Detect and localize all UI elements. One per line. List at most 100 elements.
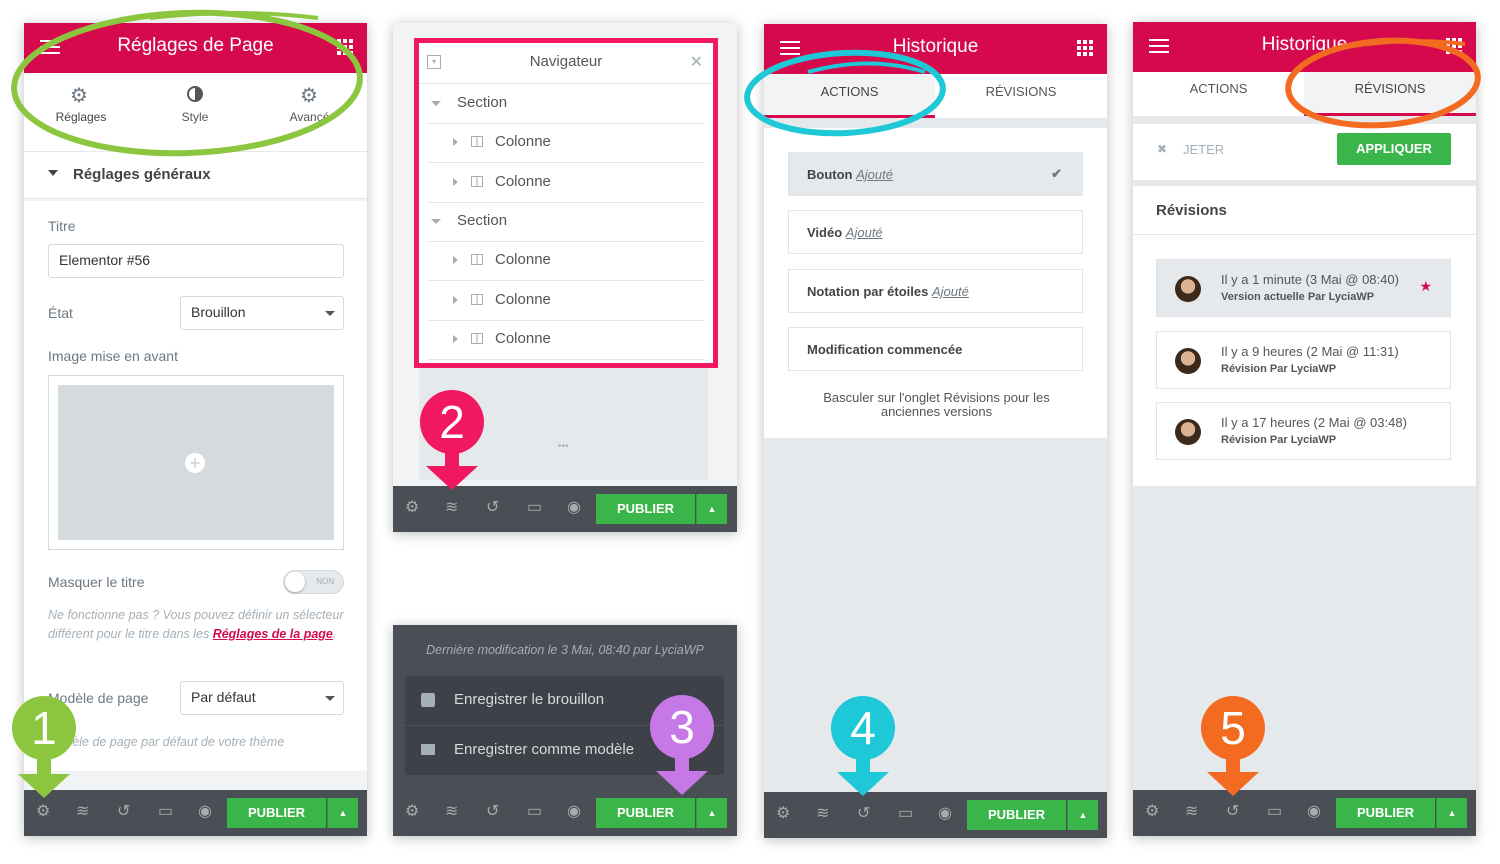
discard-button[interactable]: JETER — [1183, 142, 1224, 157]
publish-options-icon[interactable]: ▲ — [696, 798, 727, 828]
caret-right-icon[interactable] — [453, 334, 458, 343]
title-input[interactable]: Elementor #56 — [48, 244, 344, 278]
publish-button[interactable]: PUBLIER — [1336, 798, 1435, 828]
layers-icon[interactable]: ≋ — [445, 804, 458, 820]
gear-icon: ⚙ — [70, 85, 88, 107]
history-item[interactable]: Vidéo Ajouté — [788, 210, 1083, 254]
responsive-desktop-icon[interactable]: ▭ — [158, 804, 173, 820]
navigator-title: Navigateur — [529, 53, 603, 70]
publish-button[interactable]: PUBLIER — [967, 800, 1066, 830]
save-draft-label: Enregistrer le brouillon — [454, 691, 605, 708]
featured-image-picker[interactable]: + — [48, 375, 344, 550]
preview-eye-icon[interactable]: ◉ — [567, 500, 581, 516]
widgets-grid-icon[interactable] — [337, 39, 353, 55]
revision-item[interactable]: Il y a 17 heures (2 Mai @ 03:48) Révisio… — [1156, 402, 1451, 460]
tab-style[interactable]: Style — [138, 73, 252, 159]
revision-item[interactable]: Il y a 9 heures (2 Mai @ 11:31) Révision… — [1156, 331, 1451, 389]
navigator-section[interactable]: Section — [427, 202, 705, 242]
publish-options-icon[interactable]: ▲ — [327, 798, 358, 828]
navigator-column[interactable]: Colonne — [427, 163, 705, 203]
caret-right-icon[interactable] — [453, 256, 458, 265]
settings-gear-icon[interactable]: ⚙ — [776, 806, 790, 822]
avatar — [1175, 348, 1201, 374]
revisions-section: Révisions Il y a 1 minute (3 Mai @ 08:40… — [1133, 186, 1476, 486]
layers-icon[interactable]: ≋ — [76, 804, 89, 820]
tab-actions[interactable]: ACTIONS — [764, 74, 935, 118]
preview-eye-icon[interactable]: ◉ — [198, 804, 212, 820]
history-icon[interactable]: ↺ — [117, 804, 130, 820]
navigator-item-label: Colonne — [495, 133, 551, 151]
discard-icon[interactable]: ✖ — [1157, 142, 1167, 156]
caret-down-icon[interactable] — [431, 218, 441, 224]
tab-revisions[interactable]: RÉVISIONS — [1304, 72, 1476, 116]
history-icon[interactable]: ↺ — [486, 804, 499, 820]
history-item-name: Notation par étoiles — [807, 284, 929, 299]
revision-desc: Révision Par LyciaWP — [1221, 434, 1337, 446]
widgets-grid-icon[interactable] — [1446, 38, 1462, 54]
settings-section-header[interactable]: Réglages généraux — [24, 151, 367, 199]
publish-button[interactable]: PUBLIER — [227, 798, 326, 828]
revision-time: Il y a 1 minute (3 Mai @ 08:40) — [1221, 272, 1399, 287]
settings-tabs: ⚙ Réglages Style ⚙ Avancé — [24, 73, 367, 159]
history-icon[interactable]: ↺ — [857, 806, 870, 822]
tab-revisions[interactable]: RÉVISIONS — [935, 74, 1107, 118]
publish-button[interactable]: PUBLIER — [596, 798, 695, 828]
apply-button[interactable]: APPLIQUER — [1337, 133, 1451, 165]
responsive-desktop-icon[interactable]: ▭ — [527, 500, 542, 516]
caret-right-icon[interactable] — [453, 138, 458, 147]
settings-gear-icon[interactable]: ⚙ — [1145, 804, 1159, 820]
preview-eye-icon[interactable]: ◉ — [567, 804, 581, 820]
column-icon — [471, 136, 483, 148]
toggle-text: NON — [316, 577, 334, 586]
navigator-section[interactable]: Section — [427, 84, 705, 124]
navigator-column[interactable]: Colonne — [427, 123, 705, 164]
toggle-knob — [285, 572, 305, 592]
image-placeholder: + — [58, 385, 334, 540]
navigator-column[interactable]: Colonne — [427, 320, 705, 360]
caret-right-icon[interactable] — [453, 295, 458, 304]
history-tabs: ACTIONS RÉVISIONS — [1133, 72, 1476, 116]
responsive-desktop-icon[interactable]: ▭ — [527, 804, 542, 820]
preview-eye-icon[interactable]: ◉ — [1307, 804, 1321, 820]
tab-actions[interactable]: ACTIONS — [1133, 72, 1304, 116]
layers-icon[interactable]: ≋ — [816, 806, 829, 822]
settings-gear-icon[interactable]: ⚙ — [36, 804, 50, 820]
publish-options-icon[interactable]: ▲ — [1067, 800, 1098, 830]
responsive-desktop-icon[interactable]: ▭ — [898, 806, 913, 822]
folder-icon — [421, 744, 435, 755]
publish-button[interactable]: PUBLIER — [596, 494, 695, 524]
history-item[interactable]: Modification commencée — [788, 327, 1083, 371]
hide-title-toggle[interactable]: NON — [283, 570, 344, 594]
history-icon[interactable]: ↺ — [1226, 804, 1239, 820]
settings-gear-icon[interactable]: ⚙ — [405, 804, 419, 820]
caret-down-icon[interactable] — [431, 101, 441, 106]
state-select[interactable]: Brouillon — [180, 296, 344, 330]
bottom-toolbar: ⚙ ≋ ↺ ▭ ◉ PUBLIER ▲ — [24, 790, 367, 836]
navigator-column[interactable]: Colonne — [427, 281, 705, 321]
navigator-item-label: Colonne — [495, 172, 551, 190]
settings-gear-icon[interactable]: ⚙ — [405, 500, 419, 516]
publish-options-icon[interactable]: ▲ — [696, 494, 727, 524]
step-badge-4: 4 — [831, 696, 895, 760]
tab-reglages[interactable]: ⚙ Réglages — [24, 73, 138, 159]
page-settings-link[interactable]: Réglages de la page — [213, 627, 333, 641]
close-icon[interactable]: ✕ — [690, 52, 703, 72]
bottom-toolbar: ⚙ ≋ ↺ ▭ ◉ PUBLIER ▲ — [764, 792, 1107, 838]
step-arrowhead-3 — [656, 771, 708, 795]
layers-icon[interactable]: ≋ — [1185, 804, 1198, 820]
column-icon — [471, 175, 483, 187]
preview-eye-icon[interactable]: ◉ — [938, 806, 952, 822]
navigator-column[interactable]: Colonne — [427, 241, 705, 282]
caret-right-icon[interactable] — [453, 177, 458, 186]
revision-item[interactable]: Il y a 1 minute (3 Mai @ 08:40) Version … — [1156, 259, 1451, 317]
publish-options-icon[interactable]: ▲ — [1436, 798, 1467, 828]
template-select[interactable]: Par défaut — [180, 681, 344, 715]
tab-avance[interactable]: ⚙ Avancé — [252, 73, 367, 159]
responsive-desktop-icon[interactable]: ▭ — [1267, 804, 1282, 820]
widgets-grid-icon[interactable] — [1077, 40, 1093, 56]
history-item[interactable]: Notation par étoiles Ajouté — [788, 269, 1083, 313]
tab-label: Avancé — [289, 110, 330, 124]
history-item[interactable]: Bouton Ajouté ✔ — [788, 152, 1083, 196]
layers-icon[interactable]: ≋ — [445, 500, 458, 516]
history-icon[interactable]: ↺ — [486, 500, 499, 516]
